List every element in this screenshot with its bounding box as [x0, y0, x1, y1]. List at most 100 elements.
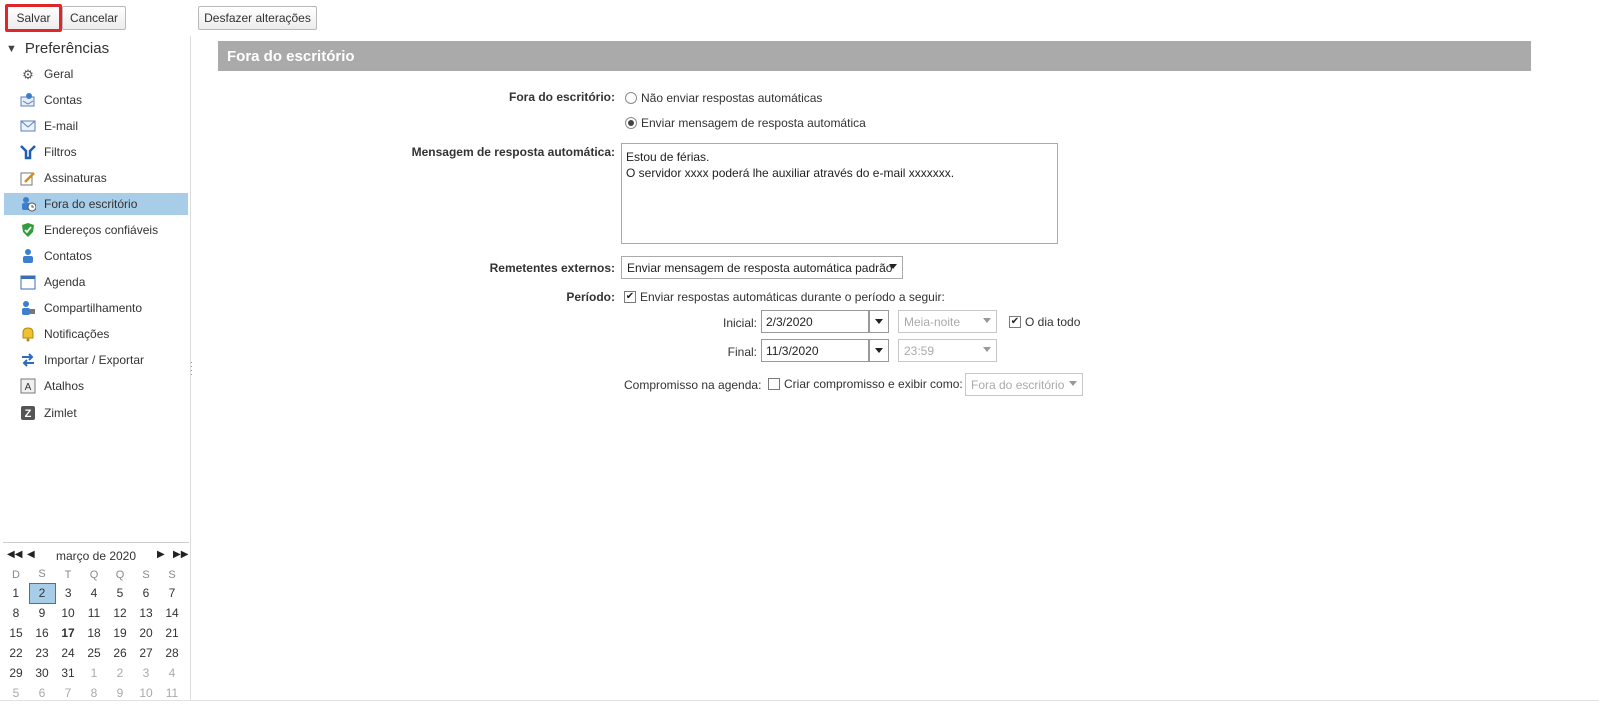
signature-icon	[20, 170, 36, 186]
calendar-day[interactable]: 28	[159, 643, 185, 663]
calendar-day[interactable]: 15	[3, 623, 29, 643]
weekday-header: S	[38, 568, 46, 581]
calendar-day-other-month[interactable]: 4	[159, 663, 185, 683]
calendar-day[interactable]: 29	[3, 663, 29, 683]
save-button[interactable]: Salvar	[5, 4, 62, 32]
next-month-icon[interactable]: ▶	[157, 549, 165, 560]
chevron-down-icon	[983, 347, 991, 352]
start-date-picker-button[interactable]	[869, 310, 889, 333]
calendar-day[interactable]: 6	[133, 583, 159, 603]
calendar-day-other-month[interactable]: 1	[81, 663, 107, 683]
calendar-day[interactable]: 13	[133, 603, 159, 623]
calendar-day[interactable]: 21	[159, 623, 185, 643]
radio-no-auto-reply[interactable]: Não enviar respostas automáticas	[625, 91, 822, 105]
undo-changes-button[interactable]: Desfazer alterações	[198, 6, 317, 30]
sash-handle[interactable]: · · · ·	[190, 358, 193, 379]
calendar-day[interactable]: 27	[133, 643, 159, 663]
zimlet-icon: Z	[20, 405, 36, 421]
all-day-checkbox-row[interactable]: ✔ O dia todo	[1009, 315, 1080, 329]
contact-icon	[20, 248, 36, 264]
calendar-day[interactable]: 7	[159, 583, 185, 603]
calendar-day[interactable]: 12	[107, 603, 133, 623]
calendar-day[interactable]: 26	[107, 643, 133, 663]
radio-button-selected[interactable]	[625, 117, 637, 129]
sidebar-item-email[interactable]: E-mail	[4, 115, 188, 137]
radio-button[interactable]	[625, 92, 637, 104]
sidebar-item-agenda[interactable]: Agenda	[4, 271, 188, 293]
external-senders-select[interactable]: Enviar mensagem de resposta automática p…	[621, 256, 903, 279]
calendar-day[interactable]: 14	[159, 603, 185, 623]
calendar-day-other-month[interactable]: 3	[133, 663, 159, 683]
calendar-day[interactable]: 3	[55, 583, 81, 603]
sidebar-item-contas[interactable]: Contas	[4, 89, 188, 111]
weekday-header: S	[142, 568, 150, 581]
calendar-day[interactable]: 1	[3, 583, 29, 603]
chevron-down-icon	[889, 264, 897, 269]
calendar-day[interactable]: 20	[133, 623, 159, 643]
all-day-checkbox[interactable]: ✔	[1009, 316, 1021, 328]
bottom-divider	[0, 700, 1599, 701]
weekday-header: T	[64, 568, 72, 581]
sidebar-item-geral[interactable]: ⚙ Geral	[4, 63, 188, 85]
agenda-checkbox-row[interactable]: Criar compromisso e exibir como:	[768, 377, 963, 391]
end-date-picker-button[interactable]	[869, 339, 889, 362]
cancel-button[interactable]: Cancelar	[62, 6, 126, 30]
section-title: Fora do escritório	[218, 41, 1531, 71]
sidebar-item-compartilhamento[interactable]: Compartilhamento	[4, 297, 188, 319]
chevron-down-icon	[875, 319, 883, 324]
shortcut-icon: A	[20, 378, 36, 394]
start-time-select[interactable]: Meia-noite	[898, 310, 997, 333]
calendar-day[interactable]: 8	[3, 603, 29, 623]
calendar-day[interactable]: 31	[55, 663, 81, 683]
calendar-grid: D S T Q Q S S 1 2 3 4 5 6 7 8 9 10 11 12…	[3, 566, 185, 703]
calendar-day[interactable]: 4	[81, 583, 107, 603]
external-senders-label: Remetentes externos:	[489, 261, 615, 275]
sidebar-item-fora-do-escritorio[interactable]: Fora do escritório	[4, 193, 188, 215]
bell-icon	[20, 326, 36, 342]
sidebar-item-enderecos-confiaveis[interactable]: Endereços confiáveis	[4, 219, 188, 241]
sidebar-item-notificacoes[interactable]: Notificações	[4, 323, 188, 345]
period-label: Período:	[566, 290, 615, 304]
gear-icon: ⚙	[22, 66, 34, 82]
calendar-day[interactable]: 16	[29, 623, 55, 643]
start-date-input[interactable]: 2/3/2020	[761, 310, 869, 333]
calendar-day[interactable]: 22	[3, 643, 29, 663]
out-of-office-icon	[20, 196, 36, 212]
calendar-day[interactable]: 11	[81, 603, 107, 623]
calendar-day[interactable]: 19	[107, 623, 133, 643]
calendar-day[interactable]: 25	[81, 643, 107, 663]
period-checkbox-row[interactable]: ✔ Enviar respostas automáticas durante o…	[624, 290, 945, 304]
calendar-day-today[interactable]: 17	[55, 623, 81, 643]
collapse-arrow-icon[interactable]: ▼	[6, 43, 17, 55]
sidebar-item-assinaturas[interactable]: Assinaturas	[4, 167, 188, 189]
calendar-day[interactable]: 5	[107, 583, 133, 603]
sidebar-item-importar-exportar[interactable]: Importar / Exportar	[4, 349, 188, 371]
calendar-day[interactable]: 24	[55, 643, 81, 663]
calendar-day[interactable]: 9	[29, 603, 55, 623]
sidebar-item-atalhos[interactable]: A Atalhos	[4, 375, 188, 397]
import-export-icon	[20, 352, 36, 368]
calendar-day[interactable]: 23	[29, 643, 55, 663]
sidebar-item-filtros[interactable]: Filtros	[4, 141, 188, 163]
sidebar-item-zimlet[interactable]: Z Zimlet	[4, 402, 188, 424]
preferences-tree-header[interactable]: ▼ Preferências	[6, 40, 109, 57]
preferences-label: Preferências	[24, 40, 110, 57]
calendar-day-selected[interactable]: 2	[28, 582, 56, 604]
end-date-input[interactable]: 11/3/2020	[761, 339, 869, 362]
envelope-icon	[20, 118, 36, 134]
calendar-day[interactable]: 18	[81, 623, 107, 643]
message-line: Estou de férias.	[626, 150, 710, 164]
shield-check-icon	[20, 222, 36, 238]
sidebar-item-contatos[interactable]: Contatos	[4, 245, 188, 267]
radio-send-auto-reply[interactable]: Enviar mensagem de resposta automática	[625, 116, 866, 130]
auto-reply-message-textarea[interactable]: Estou de férias. O servidor xxxx poderá …	[621, 143, 1058, 244]
chevron-down-icon	[983, 318, 991, 323]
calendar-day[interactable]: 10	[55, 603, 81, 623]
agenda-show-as-select[interactable]: Fora do escritório	[965, 373, 1083, 396]
period-checkbox[interactable]: ✔	[624, 291, 636, 303]
agenda-checkbox[interactable]	[768, 378, 780, 390]
next-year-icon[interactable]: ▶▶	[173, 549, 188, 560]
end-time-select[interactable]: 23:59	[898, 339, 997, 362]
calendar-day[interactable]: 30	[29, 663, 55, 683]
calendar-day-other-month[interactable]: 2	[107, 663, 133, 683]
